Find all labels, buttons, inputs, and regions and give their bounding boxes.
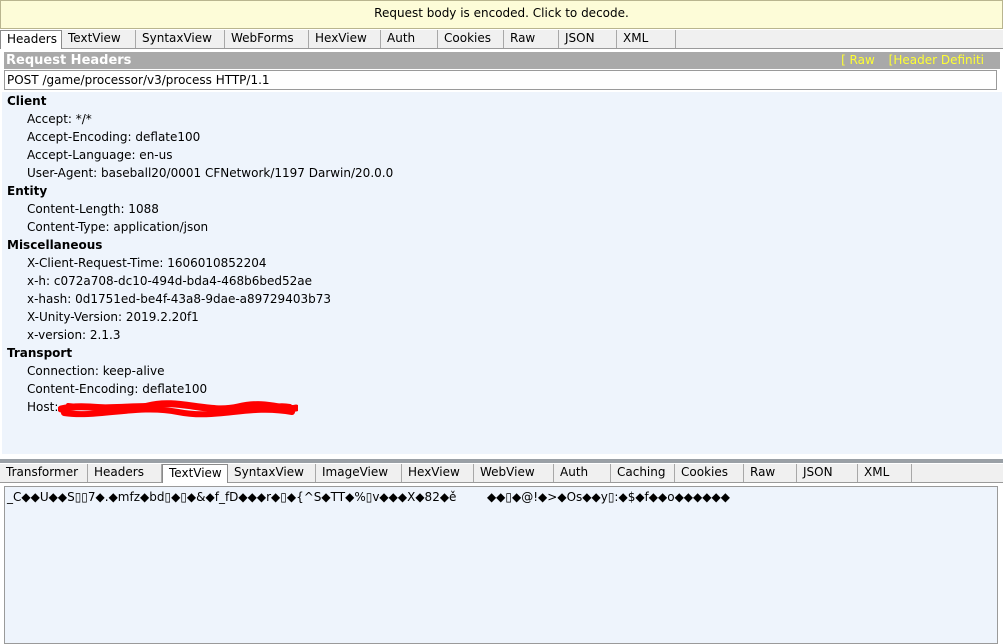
- tab-textview-bottom[interactable]: TextView: [162, 464, 228, 483]
- encoded-body-text[interactable]: _C◆◆U◆◆S▯▯7◆.◆mfz◆bd▯◆▯◆&◆f_fD◆◆◆r◆▯◆{^S…: [7, 490, 730, 504]
- tab-auth-bottom[interactable]: Auth: [554, 464, 611, 482]
- header-connection[interactable]: Connection: keep-alive: [27, 364, 165, 378]
- header-x-client-request-time[interactable]: X-Client-Request-Time: 1606010852204: [27, 256, 266, 270]
- request-headers-title: Request Headers: [6, 53, 132, 68]
- header-user-agent[interactable]: User-Agent: baseball20/0001 CFNetwork/11…: [27, 166, 393, 180]
- pane-splitter[interactable]: [0, 459, 1003, 463]
- tab-syntaxview[interactable]: SyntaxView: [136, 30, 225, 48]
- tab-xml[interactable]: XML: [617, 30, 676, 48]
- header-host[interactable]: Host:: [27, 400, 58, 414]
- header-accept-language[interactable]: Accept-Language: en-us: [27, 148, 172, 162]
- decode-notice-bar[interactable]: Request body is encoded. Click to decode…: [0, 0, 1003, 29]
- tab-headers[interactable]: Headers: [0, 30, 62, 49]
- tab-imageview[interactable]: ImageView: [316, 464, 402, 482]
- tab-cookies[interactable]: Cookies: [438, 30, 504, 48]
- tab-headers-bottom[interactable]: Headers: [88, 464, 162, 482]
- raw-link[interactable]: [ Raw: [841, 53, 875, 67]
- tab-textview[interactable]: TextView: [62, 30, 136, 48]
- group-transport[interactable]: Transport: [7, 346, 72, 360]
- response-inspector-tabs: Transformer Headers TextView SyntaxView …: [0, 464, 1003, 483]
- request-inspector-tabs: Headers TextView SyntaxView WebForms Hex…: [0, 30, 1003, 49]
- header-x-version[interactable]: x-version: 2.1.3: [27, 328, 120, 342]
- tab-json[interactable]: JSON: [559, 30, 617, 48]
- tab-transformer[interactable]: Transformer: [0, 464, 88, 482]
- header-accept-encoding[interactable]: Accept-Encoding: deflate100: [27, 130, 200, 144]
- tab-auth[interactable]: Auth: [381, 30, 438, 48]
- tab-webforms[interactable]: WebForms: [225, 30, 309, 48]
- tab-raw[interactable]: Raw: [504, 30, 559, 48]
- tab-cookies-bottom[interactable]: Cookies: [675, 464, 744, 482]
- tab-hexview-bottom[interactable]: HexView: [402, 464, 474, 482]
- header-accept[interactable]: Accept: */*: [27, 112, 92, 126]
- response-body-textview[interactable]: _C◆◆U◆◆S▯▯7◆.◆mfz◆bd▯◆▯◆&◆f_fD◆◆◆r◆▯◆{^S…: [4, 486, 998, 644]
- decode-notice-text[interactable]: Request body is encoded. Click to decode…: [374, 6, 629, 20]
- group-miscellaneous[interactable]: Miscellaneous: [7, 238, 102, 252]
- header-content-type[interactable]: Content-Type: application/json: [27, 220, 208, 234]
- group-entity[interactable]: Entity: [7, 184, 47, 198]
- request-line-text: POST /game/processor/v3/process HTTP/1.1: [7, 73, 270, 87]
- tab-caching[interactable]: Caching: [611, 464, 675, 482]
- header-definitions-link[interactable]: [Header Definiti: [889, 53, 984, 67]
- tab-hexview[interactable]: HexView: [309, 30, 381, 48]
- request-line: POST /game/processor/v3/process HTTP/1.1: [4, 70, 997, 90]
- tab-syntaxview-bottom[interactable]: SyntaxView: [228, 464, 316, 482]
- redaction-scribble: [58, 400, 298, 418]
- header-links: [ Raw [Header Definiti: [831, 52, 984, 69]
- tab-webview[interactable]: WebView: [474, 464, 554, 482]
- group-client[interactable]: Client: [7, 94, 46, 108]
- header-content-encoding[interactable]: Content-Encoding: deflate100: [27, 382, 207, 396]
- request-headers-title-bar: Request Headers [ Raw [Header Definiti: [4, 52, 1000, 69]
- tab-xml-bottom[interactable]: XML: [858, 464, 912, 482]
- header-x-h[interactable]: x-h: c072a708-dc10-494d-bda4-468b6bed52a…: [27, 274, 312, 288]
- tab-raw-bottom[interactable]: Raw: [744, 464, 797, 482]
- tab-json-bottom[interactable]: JSON: [797, 464, 858, 482]
- header-content-length[interactable]: Content-Length: 1088: [27, 202, 159, 216]
- header-x-hash[interactable]: x-hash: 0d1751ed-be4f-43a8-9dae-a8972940…: [27, 292, 331, 306]
- header-x-unity-version[interactable]: X-Unity-Version: 2019.2.20f1: [27, 310, 199, 324]
